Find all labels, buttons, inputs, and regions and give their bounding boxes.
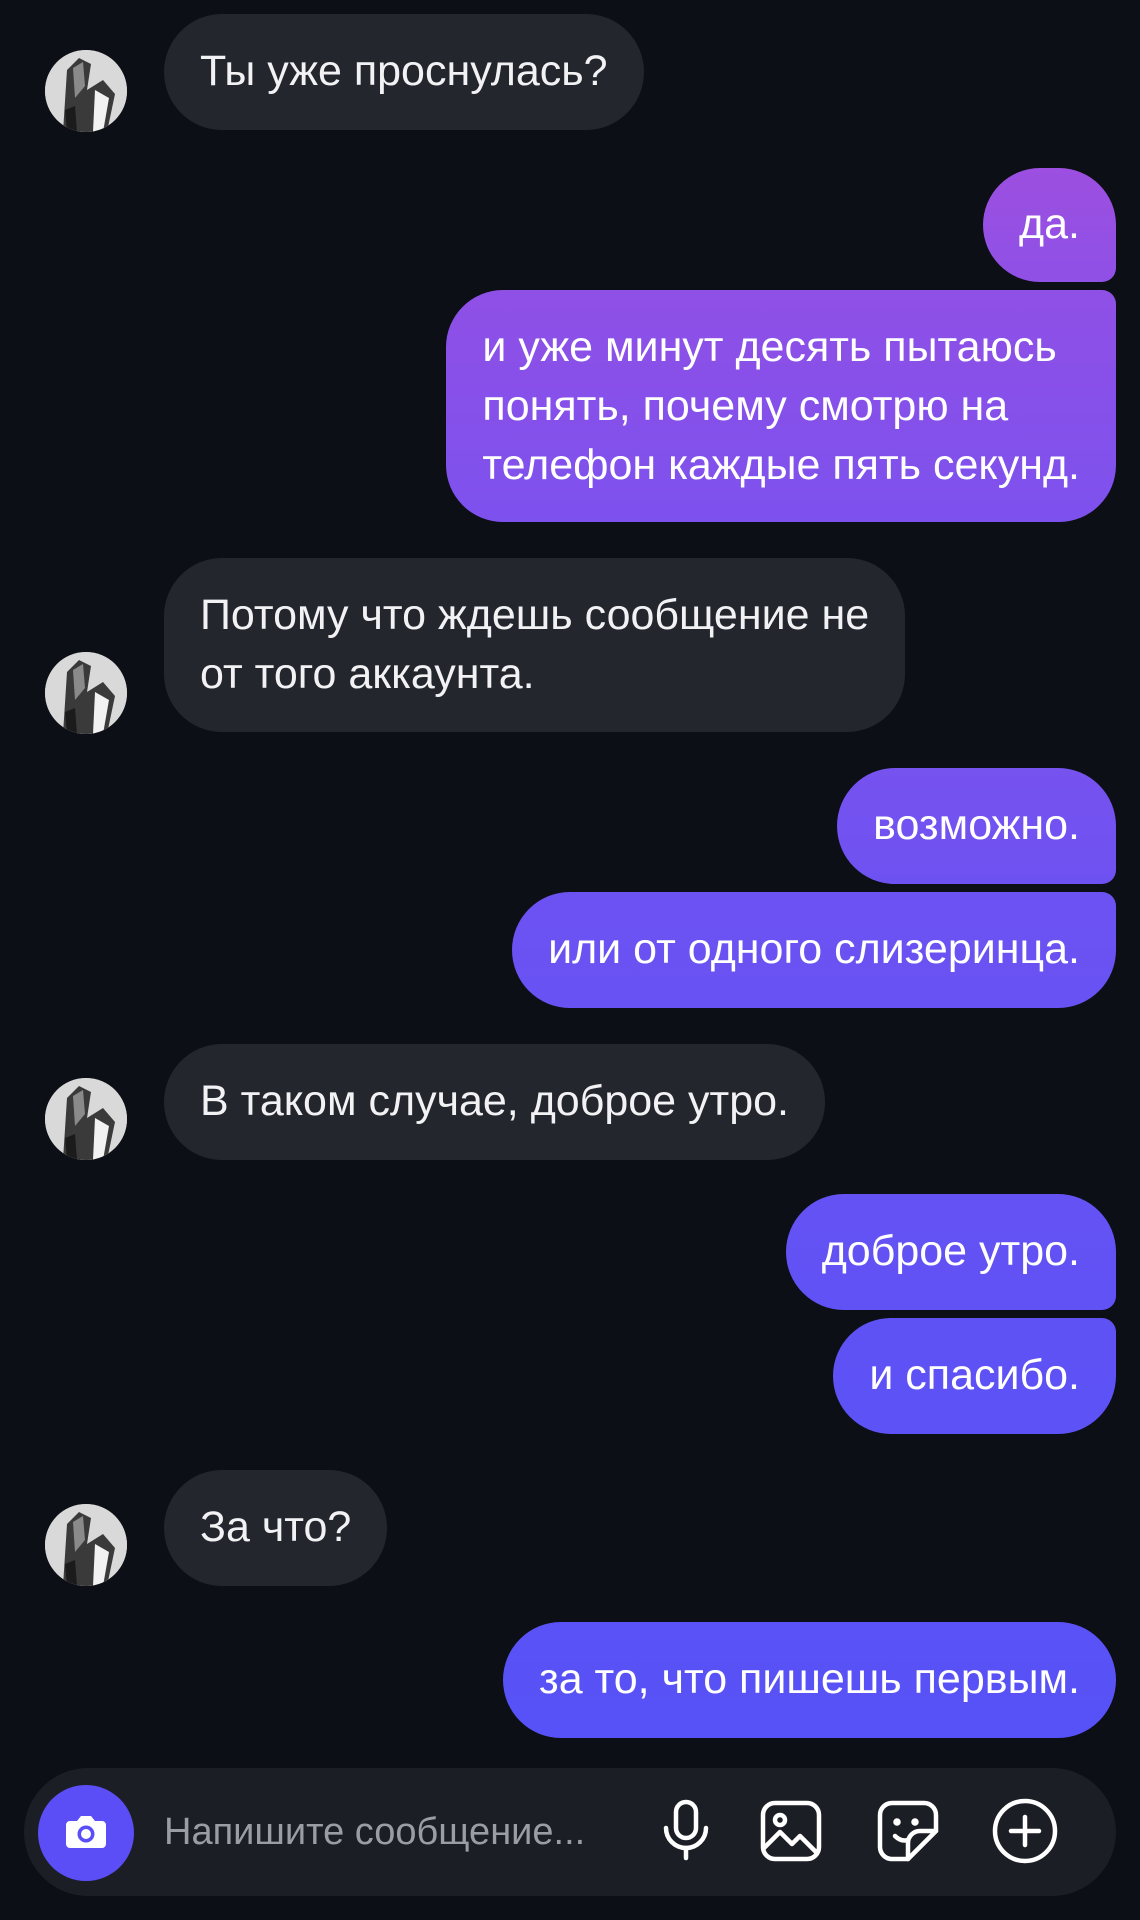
message-bubble-sent[interactable]: и уже минут десять пытаюсь понять, почем… (446, 290, 1116, 522)
camera-button[interactable] (38, 1785, 134, 1881)
message-bubble-sent[interactable]: возможно. (837, 768, 1116, 884)
message-bubble-sent[interactable]: за то, что пишешь первым. (502, 1622, 1116, 1738)
message-text: за то, что пишешь первым. (538, 1655, 1080, 1703)
message-text: Ты уже проснулась? (200, 47, 608, 95)
plus-icon (990, 1796, 1060, 1871)
message-input[interactable]: Напишите сообщение... (164, 1809, 585, 1855)
microphone-icon (658, 1798, 714, 1869)
chat-thread: Ты уже проснулась? да. и уже минут десят… (0, 0, 1140, 1920)
contact-avatar[interactable] (45, 50, 127, 132)
message-bubble-sent[interactable]: и спасибо. (833, 1318, 1116, 1434)
sticker-icon (875, 1798, 941, 1869)
message-composer: Напишите сообщение... (24, 1768, 1116, 1896)
gallery-button[interactable] (756, 1798, 826, 1868)
message-text: доброе утро. (821, 1227, 1080, 1275)
message-bubble-received[interactable]: Ты уже проснулась? (164, 14, 644, 130)
contact-avatar[interactable] (45, 1078, 127, 1160)
sticker-button[interactable] (873, 1798, 943, 1868)
message-text: да. (1019, 200, 1080, 248)
image-icon (758, 1798, 824, 1869)
message-bubble-received[interactable]: За что? (164, 1470, 388, 1586)
message-bubble-sent[interactable]: доброе утро. (785, 1194, 1116, 1310)
message-bubble-received[interactable]: В таком случае, доброе утро. (164, 1044, 825, 1160)
message-text: телефон каждые пять секунд. (482, 441, 1080, 489)
message-text: В таком случае, доброе утро. (200, 1077, 789, 1125)
message-text: понять, почему смотрю на (482, 382, 1009, 430)
message-text: возможно. (873, 801, 1080, 849)
message-bubble-sent[interactable]: или от одного слизеринца. (512, 892, 1116, 1008)
message-text: и спасибо. (869, 1351, 1080, 1399)
message-text: За что? (200, 1503, 352, 1551)
message-text: и уже минут десять пытаюсь (482, 323, 1057, 371)
message-text: или от одного слизеринца. (548, 925, 1080, 973)
message-bubble-sent[interactable]: да. (983, 168, 1116, 282)
attach-button[interactable] (990, 1798, 1060, 1868)
contact-avatar[interactable] (45, 652, 127, 734)
message-bubble-received[interactable]: Потому что ждешь сообщение не от того ак… (164, 558, 906, 732)
message-text: Потому что ждешь сообщение не (200, 591, 870, 639)
contact-avatar[interactable] (45, 1504, 127, 1586)
message-text: от того аккаунта. (200, 650, 535, 698)
camera-icon (61, 1806, 111, 1861)
voice-button[interactable] (651, 1798, 721, 1868)
